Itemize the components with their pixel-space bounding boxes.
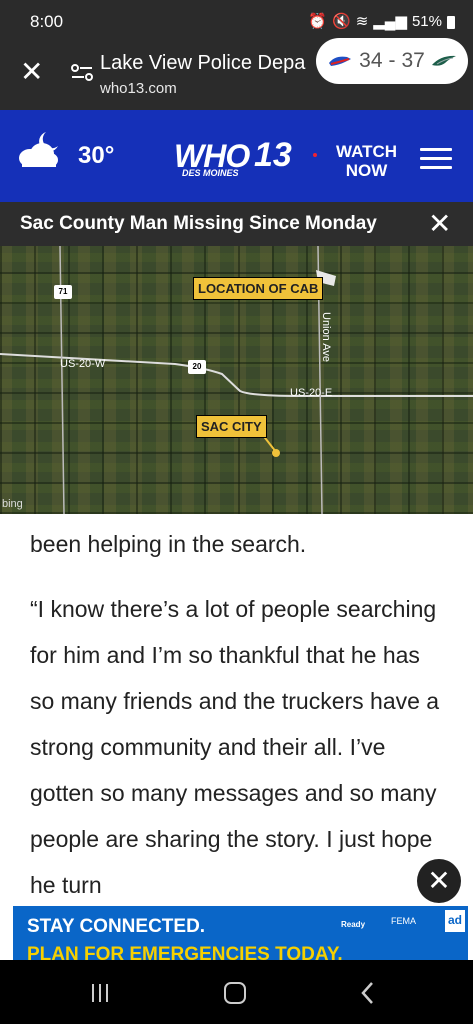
close-tab-icon[interactable]: ✕ [20, 58, 46, 86]
article-body: been helping in the search. “I know ther… [0, 514, 473, 960]
back-icon[interactable] [360, 981, 376, 1005]
bills-logo-icon [329, 56, 352, 66]
logo-number: 13 [254, 136, 292, 174]
us20w-label: US-20-W [60, 358, 106, 370]
logo-subtitle: DES MOINES [182, 168, 239, 178]
union-ave-label: Union Ave [320, 312, 332, 362]
cab-location-label: LOCATION OF CAB [193, 277, 324, 300]
score-home: 34 [359, 49, 383, 72]
ad-choices-badge[interactable]: ad [445, 910, 465, 932]
status-icons: ⏰ 🔇 ≋ ▂▄▆ 51% [308, 12, 455, 30]
article-paragraph: “I know there’s a lot of people searchin… [30, 596, 440, 898]
who13-logo[interactable]: WHO 13 DES MOINES [174, 136, 304, 180]
score-separator: - [388, 49, 396, 72]
article-paragraph: been helping in the search. [30, 531, 307, 557]
score-widget[interactable]: 34 - 37 [316, 38, 468, 84]
menu-icon[interactable] [420, 148, 452, 170]
ad-banner[interactable]: STAY CONNECTED. PLAN FOR EMERGENCIES TOD… [13, 906, 468, 960]
map-credit: bing [2, 498, 23, 510]
sac-city-label: SAC CITY [196, 415, 267, 438]
signal-icon: ▂▄▆ [373, 13, 407, 30]
watch-line-2: NOW [345, 161, 388, 180]
ad-subheadline: PLAN FOR EMERGENCIES TODAY. [27, 944, 343, 960]
score-away: 37 [401, 49, 425, 72]
eagles-logo-icon [431, 55, 456, 66]
page-title: Lake View Police Depa [100, 52, 306, 74]
battery-icon [447, 15, 455, 29]
live-dot [313, 153, 317, 157]
wifi-icon: ≋ [355, 13, 369, 30]
page-url[interactable]: who13.com [100, 80, 177, 97]
site-settings-icon[interactable] [70, 62, 94, 82]
close-ad-button[interactable]: ✕ [417, 859, 461, 903]
recent-apps-icon[interactable] [92, 984, 112, 1002]
fema-logo: FEMA [391, 916, 417, 926]
site-header: 30° WHO 13 DES MOINES WATCH NOW [0, 110, 473, 202]
temperature: 30° [78, 142, 115, 169]
status-time: 8:00 [30, 12, 64, 31]
hwy-71-shield: 71 [54, 285, 72, 299]
watch-now-button[interactable]: WATCH NOW [336, 142, 397, 180]
system-nav-bar [0, 960, 473, 1024]
mute-icon: 🔇 [332, 13, 351, 30]
close-video-icon[interactable]: ✕ [428, 210, 451, 238]
video-title: Sac County Man Missing Since Monday [20, 213, 377, 234]
ready-logo: Ready [341, 920, 366, 929]
partly-cloudy-night-icon [19, 132, 58, 167]
alarm-icon: ⏰ [308, 13, 327, 30]
video-title-bar: Sac County Man Missing Since Monday ✕ [0, 202, 473, 246]
ad-headline: STAY CONNECTED. [27, 916, 206, 937]
home-icon[interactable] [224, 982, 246, 1004]
battery-level: 51% [411, 12, 442, 30]
watch-line-1: WATCH [336, 142, 398, 161]
hwy-20-shield: 20 [188, 360, 206, 374]
video-player-map[interactable]: LOCATION OF CAB SAC CITY US-20-W US-20-E… [0, 246, 473, 514]
us20e-label: US-20-E [290, 387, 333, 399]
